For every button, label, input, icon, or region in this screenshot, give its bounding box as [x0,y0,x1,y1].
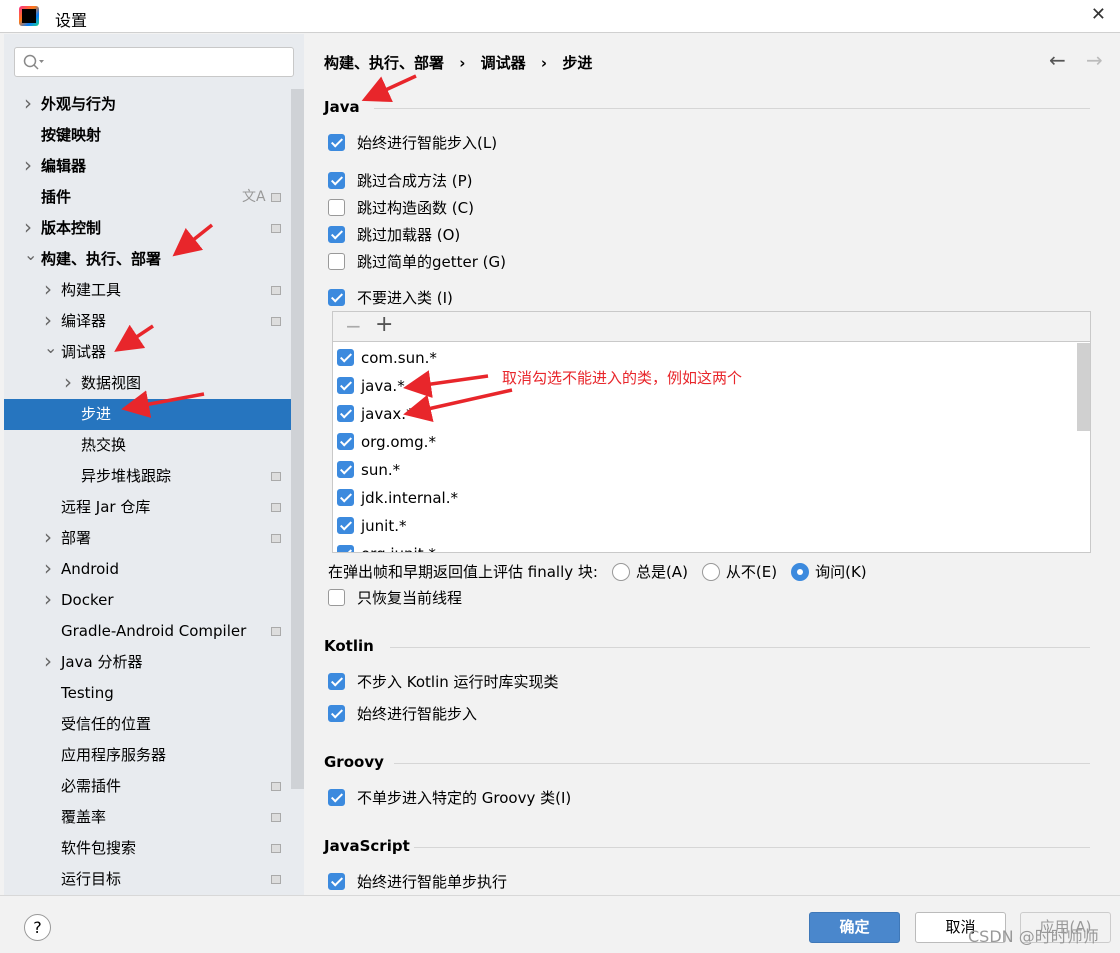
watermark: CSDN @时时师师 [968,927,1099,946]
annotation-arrow [114,324,154,352]
annotation-arrows [114,74,513,423]
annotation-arrow [361,74,417,102]
help-button[interactable]: ? [24,914,51,941]
dialog-footer: ? 确定 取消 应用(A) [0,895,1120,953]
ok-button[interactable]: 确定 [809,912,900,943]
annotation-arrow [172,223,214,257]
annotation-arrow [121,390,205,418]
annotation-arrow [403,370,489,398]
annotation-arrow [403,388,513,423]
